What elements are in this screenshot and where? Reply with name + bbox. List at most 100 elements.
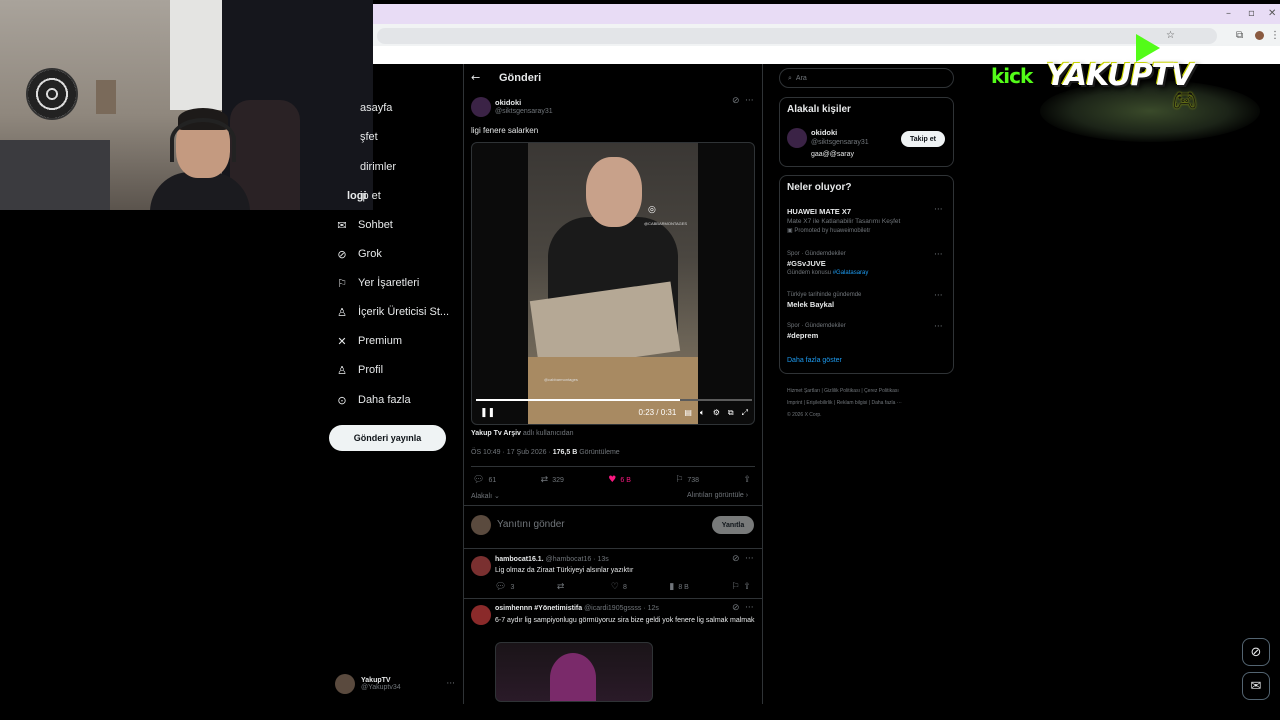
nav-label: asayfa bbox=[360, 102, 393, 114]
profile-icon[interactable] bbox=[1255, 31, 1264, 40]
fullscreen-icon[interactable]: ⤢ bbox=[742, 408, 748, 418]
reply-avatar[interactable] bbox=[471, 605, 491, 625]
nav-item-8[interactable]: ✕ Premium bbox=[335, 330, 402, 352]
like-action[interactable]: ♥ 6 B bbox=[608, 475, 631, 485]
nav-item-0[interactable]: asayfa bbox=[360, 97, 392, 119]
kebab-menu-icon[interactable]: ⋮ bbox=[1270, 30, 1280, 41]
reply-author[interactable]: osimhennn #Yönetimistifa bbox=[495, 605, 582, 612]
person-handle[interactable]: @siktsgensaray31 bbox=[811, 139, 869, 146]
more-icon[interactable]: ··· bbox=[745, 603, 754, 613]
author-name[interactable]: okidoki bbox=[495, 98, 521, 107]
search-input[interactable]: ⌕ Ara bbox=[779, 68, 954, 88]
grok-icon[interactable]: ⊘ bbox=[732, 96, 740, 106]
person-avatar[interactable] bbox=[787, 128, 807, 148]
maximize-icon[interactable]: ▫ bbox=[1248, 8, 1255, 19]
trends-title: Neler oluyor? bbox=[787, 182, 852, 193]
more-icon[interactable]: ··· bbox=[934, 250, 943, 260]
more-icon[interactable]: ··· bbox=[934, 291, 943, 301]
reply-action[interactable]: 💬︎ 61 bbox=[473, 475, 496, 485]
reply-handle[interactable]: @icardi1905gssss · 12s bbox=[584, 605, 659, 612]
bookmark-share[interactable]: ⚐ ⇪ bbox=[731, 582, 755, 592]
nav-item-1[interactable]: şfet bbox=[360, 126, 378, 148]
footer-link[interactable]: Hizmet Şartları bbox=[787, 388, 820, 394]
grok-icon[interactable]: ⊘ bbox=[732, 554, 740, 564]
messages-icon[interactable]: ✉ bbox=[1242, 672, 1270, 700]
views-action[interactable]: ▮ 8 B bbox=[669, 582, 688, 592]
divider bbox=[464, 548, 762, 549]
reply-action[interactable]: 💬︎ 3 bbox=[495, 582, 514, 592]
reply-icon: 💬︎ bbox=[495, 582, 507, 592]
back-arrow-icon[interactable]: ← bbox=[471, 71, 480, 84]
video-source[interactable]: Yakup Tv Arşiv adlı kullanıcıdan bbox=[471, 430, 573, 437]
repost-action[interactable]: ⇄ bbox=[557, 582, 569, 592]
more-icon[interactable]: ··· bbox=[745, 554, 754, 564]
share-icon: ⇪ bbox=[743, 582, 751, 592]
like-action[interactable]: ♡ 8 bbox=[611, 582, 627, 592]
relevant-sort[interactable]: Alakalı ⌄ bbox=[471, 492, 500, 500]
address-bar[interactable] bbox=[377, 28, 1217, 44]
author-handle[interactable]: @siktsgensaray31 bbox=[495, 108, 553, 115]
grok-icon[interactable]: ⊘ bbox=[732, 603, 740, 613]
pip-icon[interactable]: ⧉ bbox=[728, 408, 734, 418]
view-quotes-link[interactable]: Alıntıları görüntüle › bbox=[687, 492, 748, 499]
person-name[interactable]: okidoki bbox=[811, 128, 837, 137]
reply-icon: 💬︎ bbox=[473, 475, 485, 485]
reply-media[interactable] bbox=[495, 642, 653, 702]
reply-author[interactable]: hambocat16.1. bbox=[495, 556, 544, 563]
video-player[interactable]: ◎ @CABBARMONTAGES @cabbarmontages ❚❚ 0:2… bbox=[471, 142, 755, 425]
captions-icon[interactable]: ▤ bbox=[684, 408, 692, 417]
trend-item[interactable]: Türkiye tarihinde gündemde Melek Baykal bbox=[787, 292, 947, 309]
extensions-icon[interactable]: ⧉ bbox=[1236, 30, 1243, 41]
kick-logo: kick bbox=[991, 64, 1033, 88]
trend-item[interactable]: Spor · Gündemdekiler #GSvJUVE Gündem kon… bbox=[787, 251, 947, 276]
nav-item-10[interactable]: ⊙ Daha fazla bbox=[335, 389, 411, 411]
minimize-icon[interactable]: – bbox=[1226, 8, 1231, 19]
account-switcher[interactable]: YakupTV @Yakuptv34 ··· bbox=[335, 672, 455, 696]
reply-handle[interactable]: @hambocat16 · 13s bbox=[546, 556, 609, 563]
bookmark-action[interactable]: ⚐ 738 bbox=[675, 475, 699, 485]
footer-link[interactable]: Daha fazla ··· bbox=[871, 400, 901, 406]
more-icon[interactable]: ··· bbox=[745, 96, 754, 106]
footer-link[interactable]: Imprint bbox=[787, 400, 802, 406]
more-icon[interactable]: ··· bbox=[934, 205, 943, 215]
volume-icon[interactable]: 🔈︎ bbox=[700, 408, 705, 418]
trend-item[interactable]: Spor · Gündemdekiler #deprem bbox=[787, 323, 947, 340]
trend-item[interactable]: HUAWEI MATE X7 Mate X7 ile Katlanabilir … bbox=[787, 207, 947, 234]
video-caption-overlay: @cabbarmontages bbox=[544, 377, 578, 382]
follow-button[interactable]: Takip et bbox=[901, 131, 945, 147]
reply-input[interactable]: Yanıtını gönder bbox=[497, 519, 565, 530]
star-icon[interactable]: ☆ bbox=[1166, 30, 1175, 41]
nav-item-7[interactable]: ♙ İçerik Üreticisi St... bbox=[335, 301, 449, 323]
nav-item-3[interactable]: ip et bbox=[360, 185, 381, 207]
grok-icon[interactable]: ⊘ bbox=[1242, 638, 1270, 666]
repost-action[interactable]: ⇄ 329 bbox=[541, 475, 564, 485]
nav-label: Daha fazla bbox=[358, 394, 411, 406]
post-button[interactable]: Gönderi yayınla bbox=[329, 425, 446, 451]
reply-button[interactable]: Yanıtla bbox=[712, 516, 754, 534]
nav-item-9[interactable]: ♙ Profil bbox=[335, 359, 383, 381]
more-icon: ··· bbox=[446, 679, 455, 689]
nav-item-6[interactable]: ⚐ Yer İşaretleri bbox=[335, 272, 419, 294]
footer-link[interactable]: Erişilebilirlik bbox=[806, 400, 832, 406]
pause-icon[interactable]: ❚❚ bbox=[480, 408, 495, 418]
settings-icon[interactable]: ⚙ bbox=[713, 408, 720, 417]
show-more-link[interactable]: Daha fazla göster bbox=[787, 357, 842, 364]
footer-link[interactable]: Gizlilik Politikası bbox=[824, 388, 860, 394]
author-avatar[interactable] bbox=[471, 97, 491, 117]
share-icon: ⇪ bbox=[743, 475, 751, 485]
nav-item-5[interactable]: ⊘ Grok bbox=[335, 243, 381, 265]
post-timestamp[interactable]: ÖS 10:49 · 17 Şub 2026 · bbox=[471, 449, 551, 456]
account-handle: @Yakuptv34 bbox=[361, 684, 401, 691]
footer-link[interactable]: Reklam bilgisi bbox=[837, 400, 868, 406]
nav-item-2[interactable]: dirimler bbox=[360, 156, 396, 178]
nav-label: Profil bbox=[358, 364, 384, 376]
nav-item-4[interactable]: ✉ Sohbet bbox=[335, 214, 392, 236]
close-icon[interactable]: ✕ bbox=[1268, 8, 1276, 19]
share-action[interactable]: ⇪ bbox=[743, 475, 755, 485]
more-circle-icon: ⊙ bbox=[337, 393, 347, 407]
footer-link[interactable]: Çerez Politikası bbox=[864, 388, 899, 394]
monitor bbox=[0, 140, 110, 210]
reply-avatar[interactable] bbox=[471, 556, 491, 576]
source-name[interactable]: Yakup Tv Arşiv bbox=[471, 430, 521, 437]
more-icon[interactable]: ··· bbox=[934, 322, 943, 332]
